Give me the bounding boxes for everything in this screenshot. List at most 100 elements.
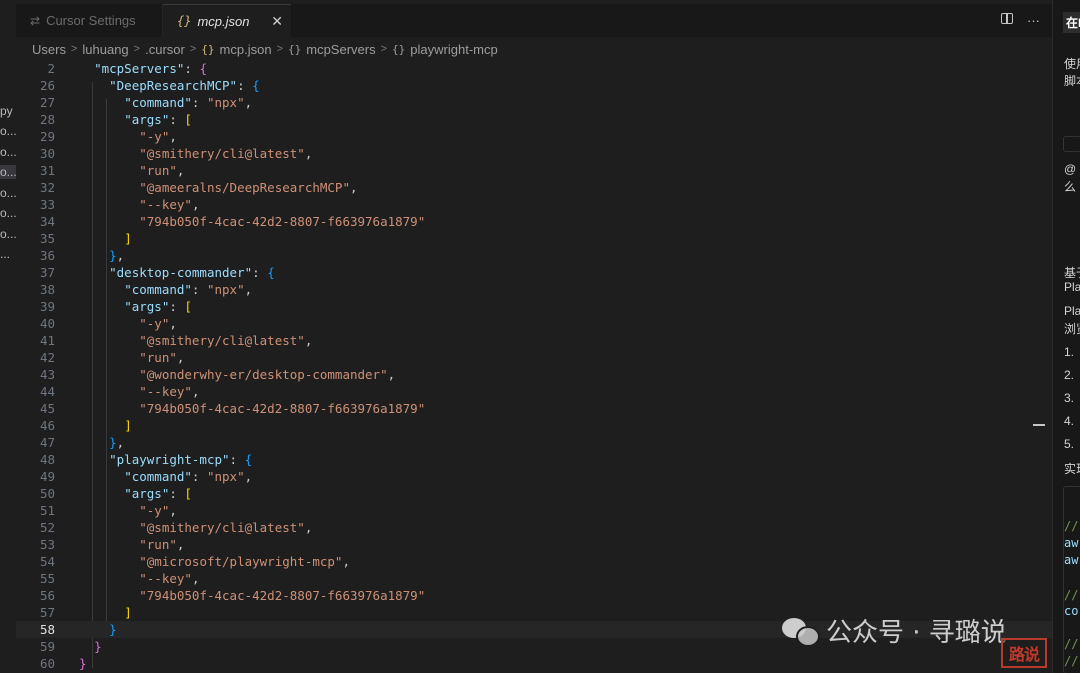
code-text: "@microsoft/playwright-mcp", xyxy=(139,554,350,569)
explorer-item[interactable]: o... xyxy=(0,206,16,220)
breadcrumb-item-luhuang[interactable]: luhuang xyxy=(82,42,128,57)
code-line[interactable]: 60} xyxy=(16,655,1052,672)
line-number: 29 xyxy=(39,129,55,144)
code-text: } xyxy=(94,639,102,654)
code-line[interactable]: 54 "@microsoft/playwright-mcp", xyxy=(16,553,1052,570)
tab-actions: ··· xyxy=(1001,13,1040,28)
explorer-item[interactable]: o... xyxy=(0,165,16,179)
object-icon: {} xyxy=(288,42,302,56)
line-number: 50 xyxy=(39,486,55,501)
breadcrumb-item-cursor[interactable]: .cursor xyxy=(145,42,185,57)
code-line[interactable]: 34 "794b050f-4cac-42d2-8807-f663976a1879… xyxy=(16,213,1052,230)
code-text: "794b050f-4cac-42d2-8807-f663976a1879" xyxy=(139,401,426,416)
chevron-right-icon: > xyxy=(189,43,197,55)
code-line[interactable]: 50 "args": [ xyxy=(16,485,1052,502)
more-actions-icon[interactable]: ··· xyxy=(1027,13,1040,28)
explorer-item[interactable]: o... xyxy=(0,145,16,159)
tab-cursor-settings[interactable]: ⇄ Cursor Settings xyxy=(16,4,163,37)
explorer-item[interactable]: ... xyxy=(0,247,16,261)
code-line[interactable]: 52 "@smithery/cli@latest", xyxy=(16,519,1052,536)
code-text: "args": [ xyxy=(124,299,192,314)
line-number: 33 xyxy=(39,197,55,212)
code-line[interactable]: 35 ] xyxy=(16,230,1052,247)
code-line[interactable]: 55 "--key", xyxy=(16,570,1052,587)
scrollbar-marker[interactable] xyxy=(1033,424,1045,426)
code-line[interactable]: 39 "args": [ xyxy=(16,298,1052,315)
line-number: 58 xyxy=(39,622,55,637)
code-text: "command": "npx", xyxy=(124,469,253,484)
code-line[interactable]: 53 "run", xyxy=(16,536,1052,553)
code-line[interactable]: 44 "--key", xyxy=(16,383,1052,400)
code-text: "794b050f-4cac-42d2-8807-f663976a1879" xyxy=(139,214,426,229)
chat-text-fragment: 基于 xyxy=(1064,266,1080,280)
seal-stamp: 路说 xyxy=(1001,638,1047,668)
code-line[interactable]: 30 "@smithery/cli@latest", xyxy=(16,145,1052,162)
code-line[interactable]: 2 "mcpServers": { xyxy=(16,60,1052,77)
chat-text-fragment: 使用 xyxy=(1064,57,1080,71)
code-text: "@smithery/cli@latest", xyxy=(139,333,313,348)
code-line[interactable]: 38 "command": "npx", xyxy=(16,281,1052,298)
line-number: 47 xyxy=(39,435,55,450)
breadcrumb-item-mcpservers[interactable]: mcpServers xyxy=(306,42,375,57)
code-text: "@smithery/cli@latest", xyxy=(139,520,313,535)
line-number: 59 xyxy=(39,639,55,654)
code-line[interactable]: 40 "-y", xyxy=(16,315,1052,332)
code-line[interactable]: 32 "@ameeralns/DeepResearchMCP", xyxy=(16,179,1052,196)
code-text: "playwright-mcp": { xyxy=(109,452,253,467)
code-line[interactable]: 51 "-y", xyxy=(16,502,1052,519)
explorer-item[interactable]: o... xyxy=(0,124,16,138)
split-editor-icon[interactable] xyxy=(1001,13,1013,24)
breadcrumb-item-playwright-mcp[interactable]: playwright-mcp xyxy=(410,42,497,57)
line-number: 54 xyxy=(39,554,55,569)
code-line[interactable]: 26 "DeepResearchMCP": { xyxy=(16,77,1052,94)
code-text: ] xyxy=(124,231,132,246)
code-text: "command": "npx", xyxy=(124,282,253,297)
code-line[interactable]: 28 "args": [ xyxy=(16,111,1052,128)
code-line[interactable]: 29 "-y", xyxy=(16,128,1052,145)
code-line[interactable]: 56 "794b050f-4cac-42d2-8807-f663976a1879… xyxy=(16,587,1052,604)
chat-text-fragment: 5. xyxy=(1064,437,1075,451)
explorer-item[interactable]: o... xyxy=(0,186,16,200)
code-text: }, xyxy=(109,248,125,263)
code-editor[interactable]: 2 "mcpServers": {26 "DeepResearchMCP": {… xyxy=(16,60,1052,673)
line-number: 52 xyxy=(39,520,55,535)
code-line[interactable]: 48 "playwright-mcp": { xyxy=(16,451,1052,468)
line-number: 36 xyxy=(39,248,55,263)
tab-mcp-json[interactable]: {} mcp.json ✕ xyxy=(163,4,291,37)
code-line[interactable]: 43 "@wonderwhy-er/desktop-commander", xyxy=(16,366,1052,383)
code-line[interactable]: 27 "command": "npx", xyxy=(16,94,1052,111)
code-text: ] xyxy=(124,418,132,433)
code-text: "desktop-commander": { xyxy=(109,265,275,280)
line-number: 57 xyxy=(39,605,55,620)
close-icon[interactable]: ✕ xyxy=(271,13,283,30)
code-line[interactable]: 46 ] xyxy=(16,417,1052,434)
settings-icon: ⇄ xyxy=(30,13,41,28)
code-line[interactable]: 49 "command": "npx", xyxy=(16,468,1052,485)
code-line[interactable]: 42 "run", xyxy=(16,349,1052,366)
code-line[interactable]: 47 }, xyxy=(16,434,1052,451)
code-line[interactable]: 45 "794b050f-4cac-42d2-8807-f663976a1879… xyxy=(16,400,1052,417)
code-text: "-y", xyxy=(139,503,177,518)
code-line[interactable]: 37 "desktop-commander": { xyxy=(16,264,1052,281)
chat-context-chip[interactable] xyxy=(1063,136,1080,152)
chat-text-fragment: Pla xyxy=(1064,280,1080,294)
line-number: 56 xyxy=(39,588,55,603)
code-line[interactable]: 36 }, xyxy=(16,247,1052,264)
explorer-item[interactable]: o... xyxy=(0,227,16,241)
line-number: 39 xyxy=(39,299,55,314)
line-number: 45 xyxy=(39,401,55,416)
breadcrumb-item-users[interactable]: Users xyxy=(32,42,66,57)
line-number: 41 xyxy=(39,333,55,348)
explorer-item[interactable]: py xyxy=(0,104,16,118)
code-line[interactable]: 41 "@smithery/cli@latest", xyxy=(16,332,1052,349)
watermark-text: 公众号 · 寻璐说 xyxy=(826,618,1007,648)
code-text: } xyxy=(79,656,87,671)
breadcrumb-item-mcp-json[interactable]: mcp.json xyxy=(220,42,272,57)
code-text: "run", xyxy=(139,537,185,552)
code-line[interactable]: 33 "--key", xyxy=(16,196,1052,213)
code-line[interactable]: 31 "run", xyxy=(16,162,1052,179)
code-text: "--key", xyxy=(139,384,200,399)
line-number: 51 xyxy=(39,503,55,518)
chat-panel-title: 在M xyxy=(1063,12,1080,33)
line-number: 30 xyxy=(39,146,55,161)
